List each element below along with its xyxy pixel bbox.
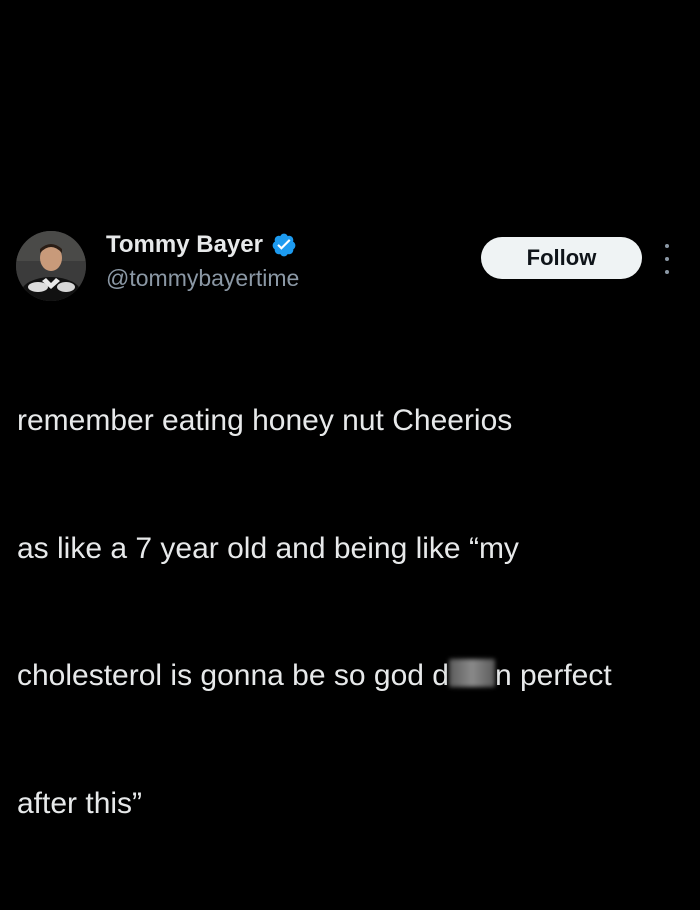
avatar[interactable] bbox=[16, 231, 86, 301]
more-options-icon[interactable] bbox=[659, 244, 675, 274]
tweet-line-segment: cholesterol is gonna be so god d bbox=[17, 659, 449, 692]
tweet-line: as like a 7 year old and being like “my bbox=[17, 531, 519, 565]
author-name-text[interactable]: Tommy Bayer bbox=[106, 231, 263, 259]
tweet-card: Tommy Bayer @tommybayertime Follow remem… bbox=[0, 0, 700, 820]
author-handle[interactable]: @tommybayertime bbox=[106, 264, 299, 292]
follow-button[interactable]: Follow bbox=[481, 237, 642, 279]
more-dot bbox=[665, 244, 669, 248]
tweet-text: remember eating honey nut Cheerios as li… bbox=[17, 315, 692, 910]
verified-badge-icon[interactable] bbox=[271, 232, 297, 258]
more-dot bbox=[665, 270, 669, 274]
tweet-line: after this” bbox=[17, 786, 143, 820]
author-name[interactable]: Tommy Bayer bbox=[106, 231, 297, 259]
censor-blur: amm bbox=[448, 659, 495, 687]
profile-photo bbox=[16, 231, 86, 301]
more-dot bbox=[665, 257, 669, 261]
tweet-line: remember eating honey nut Cheerios bbox=[17, 404, 513, 437]
tweet-line: cholesterol is gonna be so god dammn per… bbox=[17, 655, 692, 698]
